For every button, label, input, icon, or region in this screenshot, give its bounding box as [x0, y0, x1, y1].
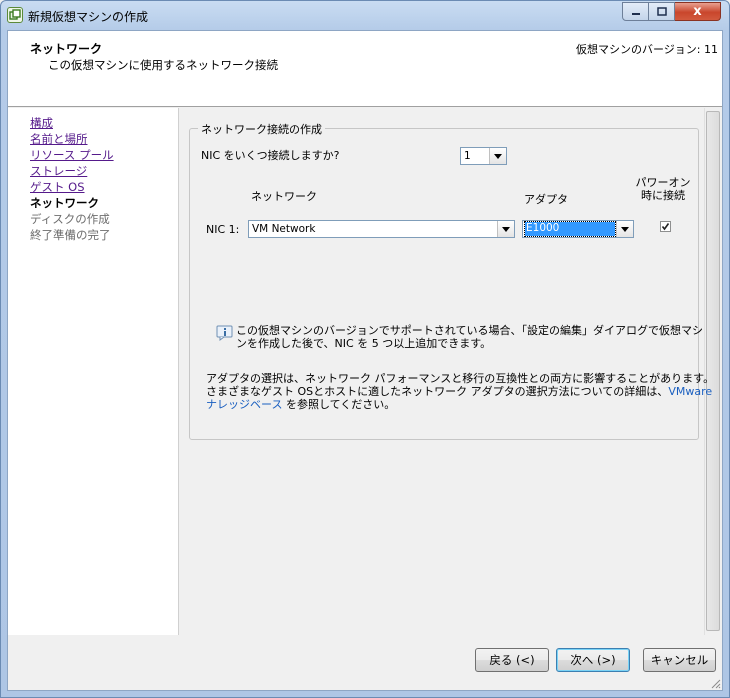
title-bar[interactable]: 新規仮想マシンの作成 x — [1, 1, 729, 30]
nic1-label: NIC 1: — [206, 223, 240, 236]
maximize-icon — [656, 7, 667, 16]
close-button[interactable]: x — [675, 2, 721, 21]
wizard-client: ネットワーク この仮想マシンに使用するネットワーク接続 仮想マシンのバージョン:… — [7, 30, 723, 691]
nav-step-configuration[interactable]: 構成 — [30, 116, 53, 131]
checkmark-icon — [661, 223, 670, 231]
resize-grip-icon[interactable] — [709, 677, 721, 689]
group-legend: ネットワーク接続の作成 — [198, 121, 325, 137]
vmware-kb-link[interactable]: VMware — [668, 385, 712, 398]
chevron-down-icon — [616, 221, 633, 237]
nic1-adapter-value: E1000 — [524, 221, 616, 237]
vm-app-icon — [7, 7, 23, 23]
chevron-down-icon — [489, 148, 506, 164]
nic1-network-select[interactable]: VM Network — [248, 220, 515, 238]
nic-count-select[interactable]: 1 — [460, 147, 507, 165]
close-icon: x — [693, 4, 702, 19]
nic1-power-on-checkbox[interactable] — [660, 221, 671, 232]
wizard-step-nav: 構成 名前と場所 リソース プール ストレージ ゲスト OS ネットワーク ディ… — [8, 108, 179, 635]
nic-count-question: NIC をいくつ接続しますか? — [201, 149, 340, 162]
adapter-note-line3-text: を参照してください。 — [282, 398, 396, 411]
column-adapter: アダプタ — [524, 193, 568, 206]
scrollbar-thumb[interactable] — [706, 111, 720, 631]
maximize-button[interactable] — [649, 2, 675, 21]
info-icon — [216, 325, 233, 341]
knowledge-base-link[interactable]: ナレッジベース — [206, 398, 282, 411]
adapter-note-line2: さまざまなゲスト OSとホストに適したネットワーク アダプタの選択方法についての… — [206, 385, 714, 398]
nic1-network-value: VM Network — [252, 223, 316, 235]
adapter-note-line2-text: さまざまなゲスト OSとホストに適したネットワーク アダプタの選択方法についての… — [206, 385, 669, 398]
nav-step-ready-complete: 終了準備の完了 — [30, 228, 111, 242]
info-note-line2: ンを作成した後で、NIC を 5 つ以上追加できます。 — [236, 337, 492, 350]
next-button[interactable]: 次へ (>) — [556, 648, 630, 672]
nav-step-name-location[interactable]: 名前と場所 — [30, 132, 88, 147]
back-button[interactable]: 戻る (<) — [475, 648, 549, 672]
column-power-on-line1: パワーオン — [635, 176, 691, 189]
nic1-adapter-select[interactable]: E1000 — [522, 220, 634, 238]
info-note: この仮想マシンのバージョンでサポートされている場合、「設定の編集」ダイアログで仮… — [236, 324, 703, 350]
page-title: ネットワーク — [30, 42, 103, 56]
vm-version-label: 仮想マシンのバージョン: 11 — [576, 43, 718, 56]
chevron-down-icon — [497, 221, 514, 237]
adapter-note: アダプタの選択は、ネットワーク パフォーマンスと移行の互換性との両方に影響するこ… — [206, 372, 714, 411]
nav-step-guest-os[interactable]: ゲスト OS — [30, 180, 85, 195]
nic-count-value: 1 — [464, 150, 471, 162]
minimize-icon — [631, 12, 640, 15]
window-title: 新規仮想マシンの作成 — [28, 10, 149, 24]
cancel-button[interactable]: キャンセル — [643, 648, 716, 672]
column-power-on-line2: 時に接続 — [641, 189, 685, 202]
nav-step-storage[interactable]: ストレージ — [30, 164, 87, 179]
info-note-line1: この仮想マシンのバージョンでサポートされている場合、「設定の編集」ダイアログで仮… — [236, 324, 703, 337]
window-controls: x — [622, 2, 721, 22]
minimize-button[interactable] — [622, 2, 649, 21]
nav-step-resource-pool[interactable]: リソース プール — [30, 148, 114, 163]
adapter-note-line1: アダプタの選択は、ネットワーク パフォーマンスと移行の互換性との両方に影響するこ… — [206, 372, 715, 385]
wizard-window: 新規仮想マシンの作成 x ネットワーク この仮想マシンに使用するネットワーク接続… — [0, 0, 730, 698]
column-network: ネットワーク — [251, 190, 317, 203]
wizard-header: ネットワーク この仮想マシンに使用するネットワーク接続 仮想マシンのバージョン:… — [8, 31, 722, 107]
nav-step-network: ネットワーク — [30, 196, 99, 210]
adapter-note-line3: ナレッジベース を参照してください。 — [206, 398, 714, 411]
page-subtitle: この仮想マシンに使用するネットワーク接続 — [48, 58, 278, 72]
nav-step-create-disk: ディスクの作成 — [30, 212, 110, 226]
column-power-on: パワーオン 時に接続 — [635, 176, 691, 202]
